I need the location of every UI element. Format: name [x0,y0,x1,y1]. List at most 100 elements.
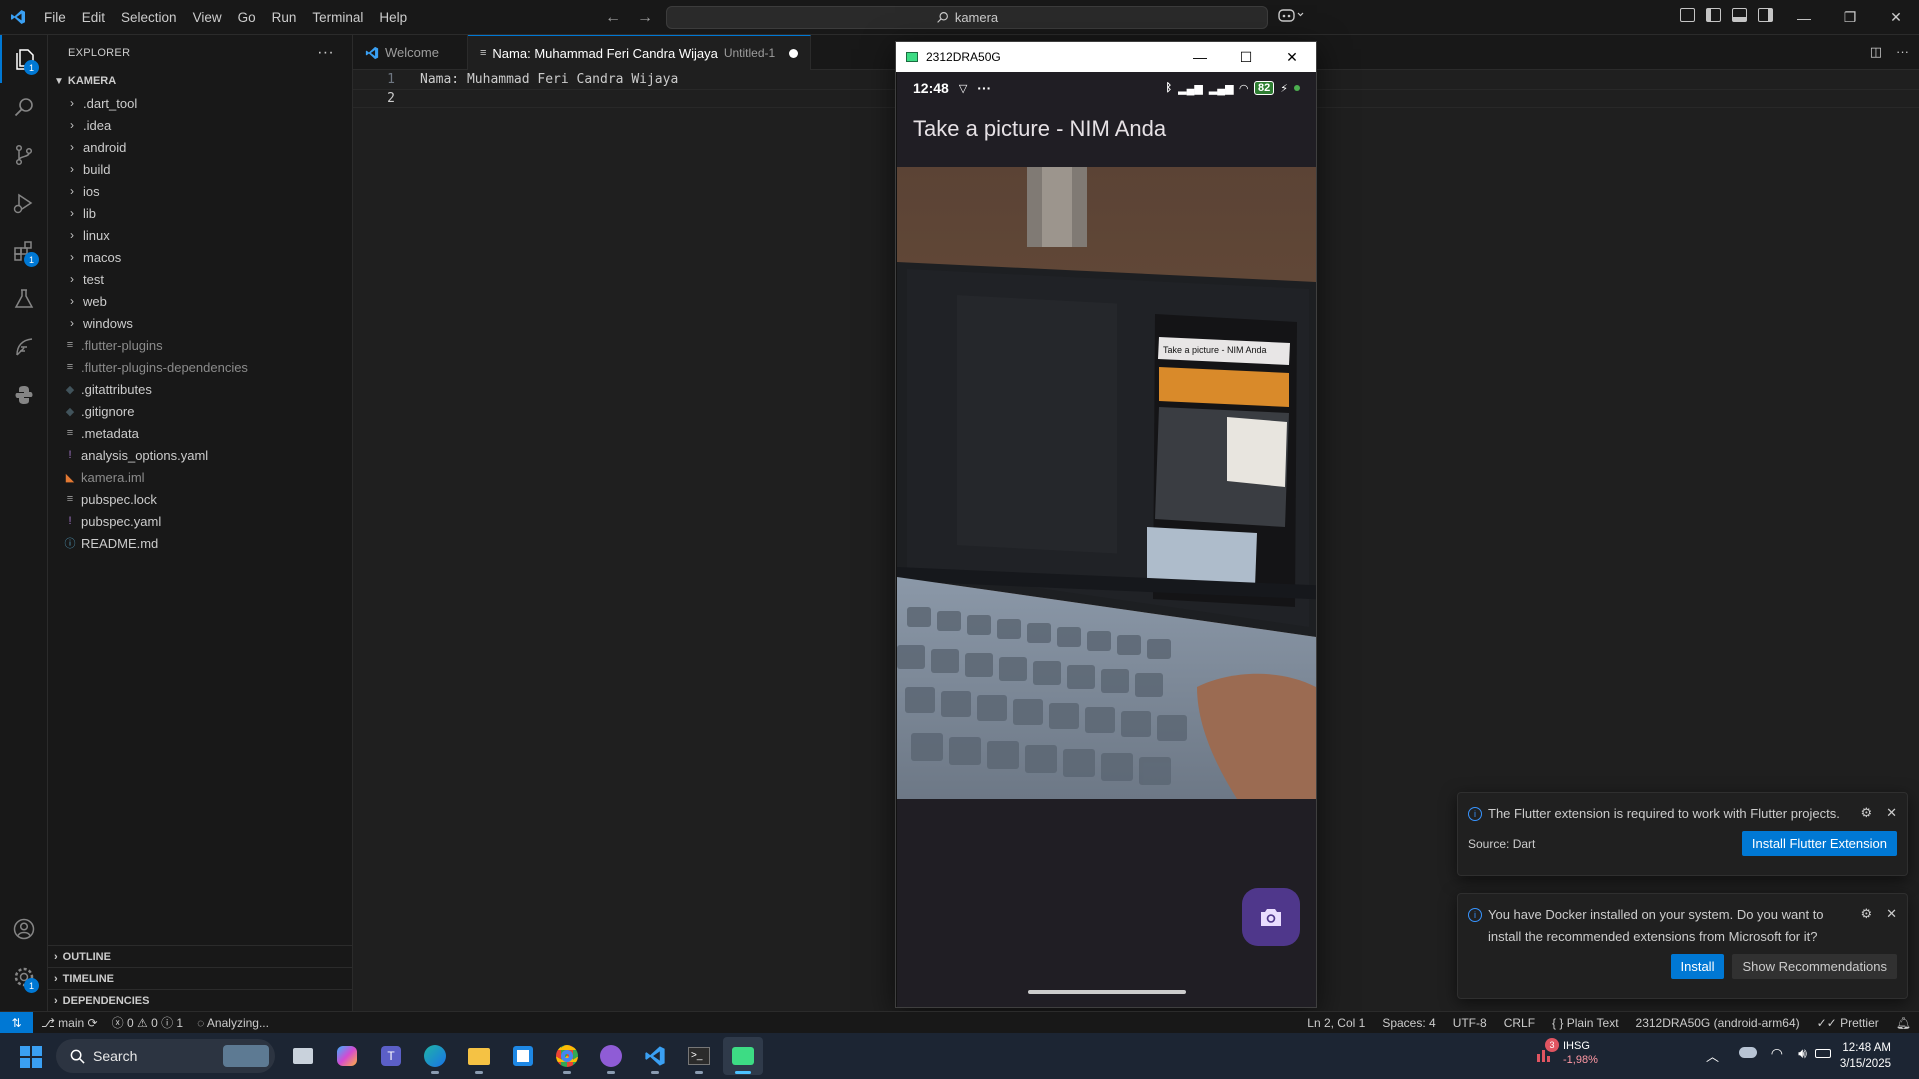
testing-activity[interactable] [0,275,48,323]
file-item[interactable]: ≡ .flutter-plugins [48,334,352,356]
more-actions-icon[interactable]: ··· [1896,44,1909,60]
problems-indicator[interactable]: ⓧ 0 ⚠ 0 ⓘ 1 [112,1014,184,1031]
taskbar-search[interactable]: Search [56,1039,275,1073]
file-item[interactable]: ! pubspec.yaml [48,510,352,532]
toggle-panel-icon[interactable] [1732,8,1747,22]
file-item[interactable]: ≡ .flutter-plugins-dependencies [48,356,352,378]
more-actions-icon[interactable]: ··· [317,44,334,62]
folder-item[interactable]: › windows [48,312,352,334]
maximize-icon[interactable]: ☐ [1223,42,1269,72]
menu-terminal[interactable]: Terminal [304,0,371,35]
search-activity[interactable] [0,83,48,131]
copilot-app-icon[interactable] [327,1037,367,1075]
tab-welcome[interactable]: Welcome [353,35,468,70]
menu-run[interactable]: Run [264,0,305,35]
folder-item[interactable]: › linux [48,224,352,246]
menu-go[interactable]: Go [230,0,264,35]
file-item[interactable]: ◆ .gitattributes [48,378,352,400]
run-debug-activity[interactable] [0,179,48,227]
forward-arrow-icon[interactable]: → [637,9,653,27]
battery-icon[interactable] [1815,1049,1831,1058]
file-item[interactable]: ⓘ README.md [48,532,352,554]
onedrive-icon[interactable] [1739,1047,1757,1058]
file-item[interactable]: ≡ pubspec.lock [48,488,352,510]
explorer-activity[interactable]: 1 [0,35,48,83]
python-activity[interactable] [0,371,48,419]
source-control-activity[interactable] [0,131,48,179]
menu-file[interactable]: File [36,0,74,35]
cursor-position[interactable]: Ln 2, Col 1 [1307,1016,1365,1030]
menu-edit[interactable]: Edit [74,0,113,35]
section-dependencies[interactable]: › DEPENDENCIES [48,989,352,1011]
stock-widget[interactable]: 3 IHSG -1,98% [1535,1038,1598,1067]
taskbar-clock[interactable]: 12:48 AM 3/15/2025 [1840,1040,1891,1072]
capture-button[interactable] [1242,888,1300,946]
menu-help[interactable]: Help [371,0,415,35]
close-icon[interactable]: ✕ [1886,805,1897,821]
file-item[interactable]: ◆ .gitignore [48,400,352,422]
folder-item[interactable]: › .dart_tool [48,92,352,114]
flutter-activity[interactable] [0,323,48,371]
gear-icon[interactable]: ⚙ [1860,805,1872,821]
notifications-bell-icon[interactable]: 🔔︎ [1896,1016,1911,1030]
edge-icon[interactable] [415,1037,455,1075]
accounts-activity[interactable] [0,905,48,953]
minimize-icon[interactable]: — [1781,0,1827,35]
folder-item[interactable]: › build [48,158,352,180]
install-button[interactable]: Install [1670,954,1725,979]
windows-start-icon[interactable] [20,1046,42,1071]
minimize-icon[interactable]: — [1177,42,1223,72]
tab-untitled[interactable]: ≡ Nama: Muhammad Feri Candra Wijaya Unti… [468,35,812,70]
section-outline[interactable]: › OUTLINE [48,945,352,967]
branch-indicator[interactable]: ⎇ main ⟳ [41,1016,98,1030]
file-item[interactable]: ! analysis_options.yaml [48,444,352,466]
folder-item[interactable]: › .idea [48,114,352,136]
store-icon[interactable] [503,1037,543,1075]
restore-icon[interactable]: ❐ [1827,0,1873,35]
customize-layout-icon[interactable] [1680,8,1695,22]
show-recommendations-button[interactable]: Show Recommendations [1732,954,1897,979]
copilot-icon[interactable] [1278,7,1304,26]
close-icon[interactable]: ✕ [1886,906,1897,922]
prettier-status[interactable]: ✓✓ Prettier [1817,1016,1879,1030]
indentation[interactable]: Spaces: 4 [1382,1016,1435,1030]
toggle-primary-sidebar-icon[interactable] [1706,8,1721,22]
command-center-search[interactable]: kamera [666,6,1268,29]
file-item[interactable]: ≡ .metadata [48,422,352,444]
split-editor-icon[interactable]: ◫ [1870,44,1882,60]
section-timeline[interactable]: › TIMELINE [48,967,352,989]
gear-icon[interactable]: ⚙ [1860,906,1872,922]
workspace-root[interactable]: ▼ KAMERA [48,70,352,92]
close-icon[interactable]: ✕ [1873,0,1919,35]
teams-icon[interactable]: T [371,1037,411,1075]
device-selector[interactable]: 2312DRA50G (android-arm64) [1636,1016,1800,1030]
manage-activity[interactable]: 1 [0,953,48,1001]
install-flutter-extension-button[interactable]: Install Flutter Extension [1741,831,1897,856]
file-explorer-icon[interactable] [459,1037,499,1075]
back-arrow-icon[interactable]: ← [605,9,621,27]
language-mode[interactable]: { } Plain Text [1552,1016,1619,1030]
menu-view[interactable]: View [185,0,230,35]
file-item[interactable]: ◣ kamera.iml [48,466,352,488]
folder-item[interactable]: › web [48,290,352,312]
wifi-icon[interactable]: ◠ [1771,1045,1783,1062]
folder-item[interactable]: › ios [48,180,352,202]
close-icon[interactable]: ✕ [1269,42,1315,72]
end-of-line[interactable]: CRLF [1504,1016,1535,1030]
android-emulator-icon[interactable] [723,1037,763,1075]
folder-item[interactable]: › lib [48,202,352,224]
remote-indicator-icon[interactable]: ⇅ [0,1011,33,1034]
toggle-secondary-sidebar-icon[interactable] [1758,8,1773,22]
unsaved-dot-icon[interactable] [789,48,799,58]
home-indicator[interactable] [1028,990,1186,994]
vscode-taskbar-icon[interactable] [635,1037,675,1075]
folder-item[interactable]: › test [48,268,352,290]
terminal-icon[interactable]: >_ [679,1037,719,1075]
chrome-icon[interactable] [547,1037,587,1075]
chevron-up-icon[interactable]: ︿ [1706,1046,1719,1065]
menu-selection[interactable]: Selection [113,0,185,35]
github-desktop-icon[interactable] [591,1037,631,1075]
encoding[interactable]: UTF-8 [1453,1016,1487,1030]
folder-item[interactable]: › macos [48,246,352,268]
folder-item[interactable]: › android [48,136,352,158]
